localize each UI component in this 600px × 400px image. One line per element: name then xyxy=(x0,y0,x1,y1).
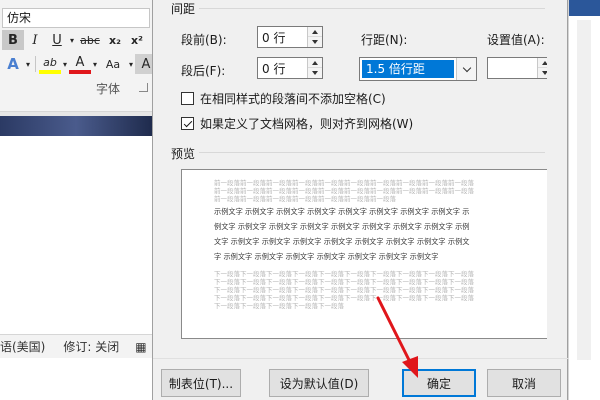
subscript-button[interactable]: x₂ xyxy=(104,30,126,50)
after-spin-buttons xyxy=(307,58,322,78)
status-layout-icon[interactable]: ▦ xyxy=(135,340,146,354)
before-value[interactable]: 0 行 xyxy=(262,29,285,46)
spacing-section-line xyxy=(171,8,545,9)
background-blank xyxy=(0,358,152,400)
no-space-same-style-option[interactable]: 在相同样式的段落间不添加空格(C) xyxy=(181,90,386,107)
chevron-down-icon[interactable] xyxy=(456,58,476,80)
document-area xyxy=(0,112,152,334)
text-effects-button[interactable]: A xyxy=(2,54,24,74)
before-down-icon[interactable] xyxy=(308,37,322,47)
preview-section-label: 预览 xyxy=(171,145,200,162)
before-spinner[interactable]: 0 行 xyxy=(257,26,323,48)
after-value[interactable]: 0 行 xyxy=(262,60,285,77)
dialog-side-strip xyxy=(547,0,561,356)
preview-section-line xyxy=(171,152,545,153)
snap-to-grid-option[interactable]: 如果定义了文档网格，则对齐到网格(W) xyxy=(181,115,413,132)
text-effects-dropdown-icon[interactable]: ▾ xyxy=(24,54,32,74)
strikethrough-button[interactable]: abc xyxy=(76,30,104,50)
preview-sample-line: 例文字 示例文字 示例文字 示例文字 示例文字 示例文字 示例文字 示例文字 示… xyxy=(214,222,470,231)
preview-sample-line: 文字 示例文字 示例文字 示例文字 示例文字 示例文字 示例文字 示例文字 示例… xyxy=(214,237,470,246)
checkmark-icon xyxy=(183,118,192,127)
spacing-section-label: 间距 xyxy=(171,0,200,17)
right-scrollbar[interactable] xyxy=(577,20,591,360)
status-bar: 语(美国) 修订: 关闭 ▦ xyxy=(0,334,152,358)
font-color-row: A ▾ ab ▾ A ▾ Aa ▾ A xyxy=(2,54,157,74)
no-space-same-style-checkbox[interactable] xyxy=(181,92,194,105)
snap-to-grid-label[interactable]: 如果定义了文档网格，则对齐到网格(W) xyxy=(200,115,413,132)
red-arrow-annotation-icon xyxy=(376,296,418,378)
cancel-button[interactable]: 取消 xyxy=(487,369,561,397)
line-spacing-select[interactable]: 1.5 倍行距 xyxy=(359,57,477,81)
status-track-changes[interactable]: 修订: 关闭 xyxy=(63,338,119,355)
word-ribbon-home: 仿宋 B I U ▾ abc x₂ x² A ▾ ab ▾ A ▾ Aa ▾ A… xyxy=(0,0,157,112)
preview-sample-line: 示例文字 示例文字 示例文字 示例文字 示例文字 示例文字 示例文字 示例文字 … xyxy=(214,207,470,216)
preview-sample-line: 字 示例文字 示例文字 示例文字 示例文字 示例文字 示例文字 示例文字 xyxy=(214,252,439,261)
before-spin-buttons xyxy=(307,27,322,47)
set-value-spinner[interactable] xyxy=(487,57,553,79)
italic-button[interactable]: I xyxy=(24,30,46,50)
superscript-button[interactable]: x² xyxy=(126,30,148,50)
right-window-edge xyxy=(568,0,600,400)
highlight-dropdown-icon[interactable]: ▾ xyxy=(61,54,69,74)
change-case-dropdown-icon[interactable]: ▾ xyxy=(127,54,135,74)
underline-dropdown-icon[interactable]: ▾ xyxy=(68,30,76,50)
preview-prev-line: 前一段落前一段落前一段落前一段落前一段落前一段落前一段落 xyxy=(214,195,396,203)
no-space-same-style-label[interactable]: 在相同样式的段落间不添加空格(C) xyxy=(200,90,386,107)
font-color-button[interactable]: A xyxy=(69,54,91,74)
tabs-button[interactable]: 制表位(T)... xyxy=(161,369,241,397)
line-spacing-value[interactable]: 1.5 倍行距 xyxy=(362,60,454,78)
after-up-icon[interactable] xyxy=(308,58,322,68)
set-value-label: 设置值(A): xyxy=(487,33,545,47)
before-label: 段前(B): xyxy=(181,33,227,47)
set-default-button[interactable]: 设为默认值(D) xyxy=(269,369,369,397)
snap-to-grid-checkbox[interactable] xyxy=(181,117,194,130)
underline-button[interactable]: U xyxy=(46,30,68,50)
after-down-icon[interactable] xyxy=(308,68,322,78)
font-dialog-launcher-icon[interactable] xyxy=(139,83,148,92)
document-page[interactable] xyxy=(0,136,152,334)
after-label: 段后(F): xyxy=(181,64,226,78)
right-titlebar-strip xyxy=(569,0,600,16)
bold-button[interactable]: B xyxy=(2,30,24,50)
font-group-label: 字体 xyxy=(96,82,121,96)
after-spinner[interactable]: 0 行 xyxy=(257,57,323,79)
font-color-dropdown-icon[interactable]: ▾ xyxy=(91,54,99,74)
change-case-button[interactable]: Aa xyxy=(99,54,127,74)
before-up-icon[interactable] xyxy=(308,27,322,37)
line-spacing-label: 行距(N): xyxy=(361,33,408,47)
document-header-image xyxy=(0,116,152,136)
divider xyxy=(35,56,36,72)
highlight-button[interactable]: ab xyxy=(39,54,61,74)
font-name-box[interactable]: 仿宋 xyxy=(2,8,150,28)
font-format-row: B I U ▾ abc x₂ x² xyxy=(2,30,148,50)
status-language[interactable]: 语(美国) xyxy=(0,338,45,355)
